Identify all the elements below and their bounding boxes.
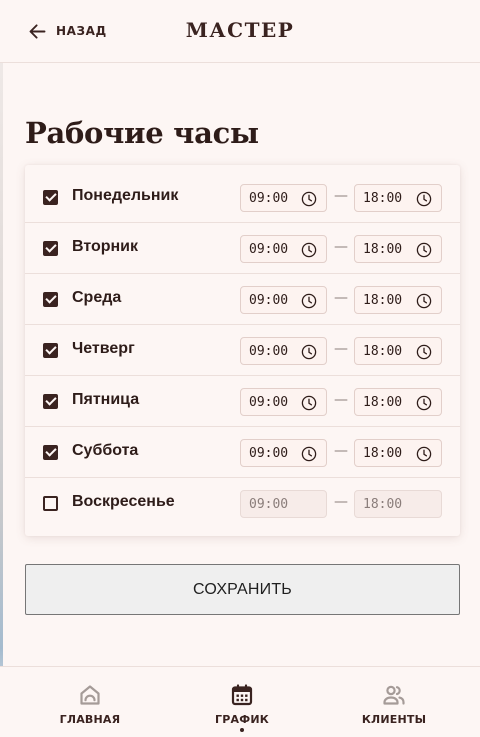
start-time-input[interactable]: 09:00: [240, 439, 327, 467]
clock-icon: [301, 395, 317, 411]
app-title: МАСТЕР: [185, 18, 295, 42]
day-row: Четверг 09:00 — 18:00: [25, 325, 460, 376]
clock-icon: [416, 191, 432, 207]
clock-icon: [301, 446, 317, 462]
start-time-value: 09:00: [249, 395, 289, 410]
clock-icon: [416, 344, 432, 360]
day-name: Четверг: [72, 340, 135, 357]
end-time-input[interactable]: 18:00: [354, 286, 442, 314]
start-time-input: 09:00: [240, 490, 327, 518]
day-name: Пятница: [72, 391, 140, 408]
start-time-value: 09:00: [249, 293, 289, 308]
end-time-value: 18:00: [363, 395, 403, 410]
working-hours-card: Понедельник 09:00 — 18:00 Вторник 09:00: [25, 165, 460, 536]
day-name: Вторник: [72, 238, 139, 255]
nav-item-schedule[interactable]: ГРАФИК: [162, 667, 322, 737]
clock-icon: [416, 446, 432, 462]
top-bar: НАЗАД МАСТЕР: [0, 0, 480, 63]
nav-item-clients[interactable]: КЛИЕНТЫ: [314, 667, 474, 737]
day-name: Суббота: [72, 442, 139, 459]
people-icon: [383, 685, 405, 705]
end-time-input[interactable]: 18:00: [354, 439, 442, 467]
day-row: Понедельник 09:00 — 18:00: [25, 172, 460, 223]
end-time-input[interactable]: 18:00: [354, 388, 442, 416]
day-checkbox[interactable]: [43, 241, 58, 256]
clock-icon: [416, 395, 432, 411]
window-edge: [0, 0, 3, 737]
end-time-input[interactable]: 18:00: [354, 184, 442, 212]
end-time-value: 18:00: [363, 497, 403, 512]
start-time-value: 09:00: [249, 191, 289, 206]
time-separator: —: [334, 494, 348, 510]
start-time-input[interactable]: 09:00: [240, 235, 327, 263]
day-row: Среда 09:00 — 18:00: [25, 274, 460, 325]
time-separator: —: [334, 392, 348, 408]
nav-label-home: ГЛАВНАЯ: [59, 713, 121, 726]
nav-label-schedule: ГРАФИК: [215, 713, 269, 726]
time-separator: —: [334, 188, 348, 204]
start-time-input[interactable]: 09:00: [240, 388, 327, 416]
save-button[interactable]: СОХРАНИТЬ: [25, 564, 460, 615]
home-icon: [80, 685, 100, 705]
clock-icon: [301, 242, 317, 258]
nav-label-clients: КЛИЕНТЫ: [361, 713, 427, 726]
day-checkbox[interactable]: [43, 445, 58, 460]
page-title: Рабочие часы: [25, 116, 259, 150]
clock-icon: [301, 344, 317, 360]
day-row: Пятница 09:00 — 18:00: [25, 376, 460, 427]
day-name: Понедельник: [72, 187, 179, 204]
day-row: Суббота 09:00 — 18:00: [25, 427, 460, 478]
bottom-navigation: ГЛАВНАЯ ГРАФИК КЛИЕНТЫ: [0, 666, 480, 737]
day-checkbox[interactable]: [43, 343, 58, 358]
start-time-input[interactable]: 09:00: [240, 337, 327, 365]
day-row: Воскресенье 09:00 — 18:00: [25, 478, 460, 529]
time-separator: —: [334, 290, 348, 306]
end-time-value: 18:00: [363, 242, 403, 257]
clock-icon: [416, 242, 432, 258]
start-time-value: 09:00: [249, 446, 289, 461]
start-time-value: 09:00: [249, 242, 289, 257]
start-time-input[interactable]: 09:00: [240, 184, 327, 212]
time-separator: —: [334, 239, 348, 255]
day-name: Воскресенье: [72, 493, 175, 510]
end-time-input: 18:00: [354, 490, 442, 518]
start-time-input[interactable]: 09:00: [240, 286, 327, 314]
end-time-value: 18:00: [363, 446, 403, 461]
time-separator: —: [334, 341, 348, 357]
end-time-value: 18:00: [363, 344, 403, 359]
end-time-value: 18:00: [363, 293, 403, 308]
clock-icon: [301, 191, 317, 207]
day-checkbox[interactable]: [43, 190, 58, 205]
nav-item-home[interactable]: ГЛАВНАЯ: [10, 667, 170, 737]
calendar-icon: [231, 684, 253, 706]
day-checkbox[interactable]: [43, 394, 58, 409]
time-separator: —: [334, 443, 348, 459]
clock-icon: [416, 293, 432, 309]
active-indicator: [240, 728, 244, 732]
day-checkbox[interactable]: [43, 292, 58, 307]
day-checkbox[interactable]: [43, 496, 58, 511]
start-time-value: 09:00: [249, 497, 289, 512]
end-time-input[interactable]: 18:00: [354, 235, 442, 263]
day-row: Вторник 09:00 — 18:00: [25, 223, 460, 274]
start-time-value: 09:00: [249, 344, 289, 359]
end-time-input[interactable]: 18:00: [354, 337, 442, 365]
day-name: Среда: [72, 289, 122, 306]
end-time-value: 18:00: [363, 191, 403, 206]
clock-icon: [301, 293, 317, 309]
